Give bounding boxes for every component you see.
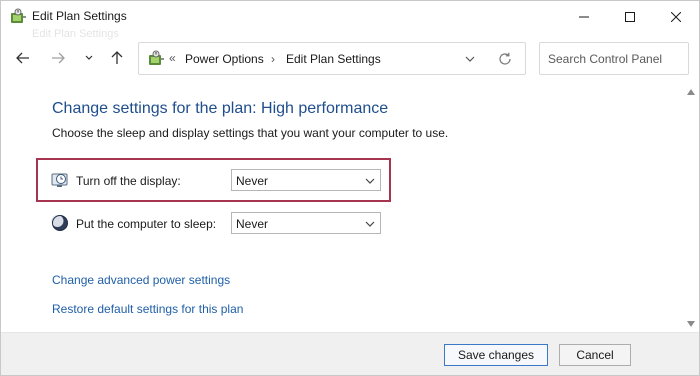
content-pane [2,85,699,332]
search-box[interactable] [539,42,689,75]
close-icon [671,12,681,22]
change-advanced-power-settings-link[interactable]: Change advanced power settings [52,273,230,287]
chevron-down-icon [465,56,475,62]
minimize-icon [579,16,589,18]
display-clock-icon [51,171,69,189]
breadcrumb-edit-plan-settings[interactable]: Edit Plan Settings [286,52,381,66]
maximize-icon [625,12,635,22]
minimize-button[interactable] [561,1,607,33]
chevron-down-icon [365,221,375,227]
title-bar: Edit Plan Settings Edit Plan Settings [1,1,699,40]
refresh-button[interactable] [497,51,513,67]
address-history-button[interactable] [463,52,477,66]
moon-sleep-icon [51,214,69,232]
power-options-icon [147,50,165,68]
edit-plan-settings-window: Edit Plan Settings Edit Plan Settings « … [0,0,700,376]
back-button[interactable] [11,46,35,70]
chevron-down-icon [365,178,375,184]
breadcrumb-separator-icon[interactable]: › [271,52,275,66]
ghost-title: Edit Plan Settings [32,28,119,40]
scroll-up-icon [687,89,695,95]
up-button[interactable] [105,46,129,70]
scroll-down-icon [687,321,695,327]
breadcrumb-overflow-icon[interactable]: « [169,51,176,65]
turn-off-display-label: Turn off the display: [76,174,181,188]
window-title: Edit Plan Settings [32,9,127,23]
search-input[interactable] [540,43,688,74]
maximize-button[interactable] [607,1,653,33]
sleep-value: Never [236,217,269,231]
address-bar[interactable]: « Power Options › Edit Plan Settings [138,42,526,75]
restore-default-settings-link[interactable]: Restore default settings for this plan [52,302,243,316]
recent-locations-button[interactable] [77,46,101,70]
page-title: Change settings for the plan: High perfo… [52,100,389,117]
cancel-button[interactable]: Cancel [559,344,631,366]
power-options-icon [9,8,27,26]
turn-off-display-value: Never [236,174,269,188]
turn-off-display-select[interactable]: Never [231,169,381,191]
refresh-icon [499,52,511,65]
forward-button[interactable] [46,46,70,70]
sleep-label: Put the computer to sleep: [76,217,217,231]
close-button[interactable] [653,1,699,33]
vertical-scrollbar[interactable] [685,85,697,333]
back-arrow-icon [16,52,29,64]
sleep-select[interactable]: Never [231,212,381,234]
page-description: Choose the sleep and display settings th… [52,126,449,140]
chevron-down-icon [85,55,93,60]
breadcrumb-power-options[interactable]: Power Options [185,52,264,66]
save-changes-button[interactable]: Save changes [444,344,548,366]
up-arrow-icon [111,51,123,64]
forward-arrow-icon [52,52,65,64]
